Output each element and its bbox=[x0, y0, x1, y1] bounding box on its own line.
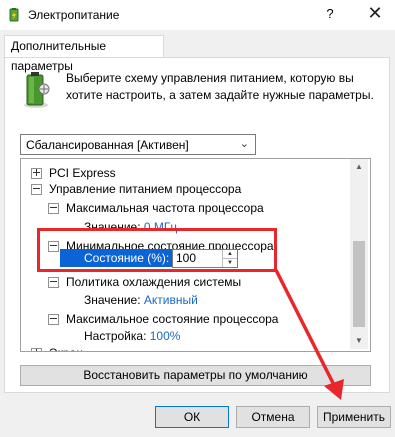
collapse-minus-icon[interactable] bbox=[48, 314, 59, 325]
tree-item-label: Максимальная частота процессора bbox=[66, 201, 264, 215]
setting-value-link[interactable]: 100% bbox=[150, 329, 181, 343]
cancel-button[interactable]: Отмена bbox=[236, 406, 310, 428]
help-button[interactable]: ? bbox=[320, 3, 340, 25]
setting-value-row[interactable]: Настройка: 100% bbox=[84, 327, 180, 345]
apply-button[interactable]: Применить bbox=[317, 406, 391, 428]
tree-scrollbar[interactable]: ▲ ▼ bbox=[350, 159, 368, 349]
tree-item-cooling-policy[interactable]: Политика охлаждения системы bbox=[21, 273, 351, 291]
scroll-up-icon[interactable]: ▲ bbox=[350, 159, 368, 175]
close-button[interactable]: ✕ bbox=[355, 3, 395, 25]
collapse-minus-icon[interactable] bbox=[48, 277, 59, 288]
tree-item-label: Максимальное состояние процессора bbox=[66, 312, 279, 326]
highlight-box bbox=[37, 228, 277, 272]
scroll-thumb[interactable] bbox=[353, 241, 365, 327]
expand-plus-icon[interactable] bbox=[31, 168, 42, 179]
collapse-minus-icon[interactable] bbox=[31, 184, 42, 195]
tree-item-label: Управление питанием процессора bbox=[49, 182, 242, 196]
window-title: Электропитание bbox=[28, 8, 120, 22]
tree-item-max-processor-state[interactable]: Максимальное состояние процессора bbox=[21, 310, 351, 328]
tree-item-max-frequency[interactable]: Максимальная частота процессора bbox=[21, 199, 351, 217]
power-options-icon bbox=[9, 8, 19, 22]
tree-item-label: Экран bbox=[49, 344, 83, 351]
expand-plus-icon[interactable] bbox=[31, 348, 42, 351]
tree-item-processor-power[interactable]: Управление питанием процессора bbox=[21, 180, 351, 198]
battery-icon bbox=[24, 72, 50, 108]
chevron-down-icon: ⌄ bbox=[239, 138, 249, 150]
setting-value-prefix: Настройка: bbox=[84, 329, 150, 343]
setting-value-prefix: Значение: bbox=[84, 293, 144, 307]
intro-text: Выберите схему управления питанием, кото… bbox=[66, 71, 374, 102]
tree-item-display[interactable]: Экран bbox=[21, 344, 351, 351]
ok-button[interactable]: ОК bbox=[155, 406, 229, 428]
tree-item-label: Политика охлаждения системы bbox=[66, 275, 242, 289]
restore-defaults-button[interactable]: Восстановить параметры по умолчанию bbox=[20, 365, 371, 386]
collapse-minus-icon[interactable] bbox=[48, 203, 59, 214]
setting-value-row[interactable]: Значение: Активный bbox=[84, 291, 198, 309]
power-scheme-select[interactable]: Сбалансированная [Активен] ⌄ bbox=[20, 134, 256, 155]
tab-advanced-settings[interactable]: Дополнительные параметры bbox=[4, 35, 164, 73]
power-scheme-value: Сбалансированная [Активен] bbox=[26, 138, 189, 152]
setting-value-link[interactable]: Активный bbox=[144, 293, 198, 307]
scroll-down-icon[interactable]: ▼ bbox=[350, 333, 368, 349]
